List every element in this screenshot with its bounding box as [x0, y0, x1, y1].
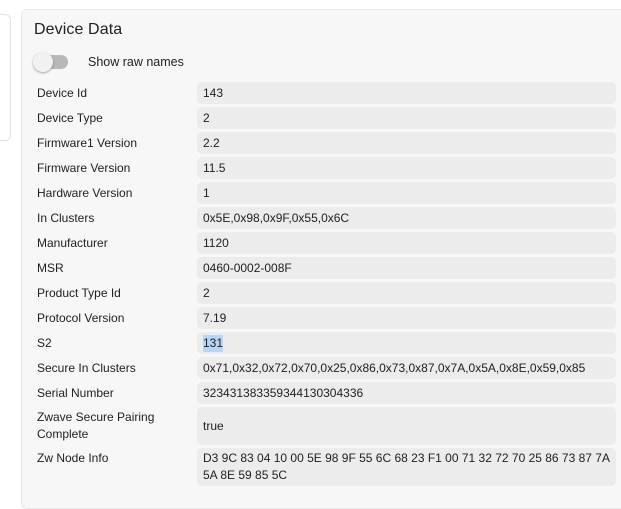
table-row: Secure In Clusters 0x71,0x32,0x72,0x70,0x…: [22, 357, 621, 379]
row-value[interactable]: true: [203, 418, 224, 435]
table-row: Firmware1 Version 2.2: [22, 132, 621, 154]
row-value[interactable]: 0460-0002-008F: [203, 260, 292, 277]
row-value[interactable]: 11.5: [203, 160, 225, 177]
row-value[interactable]: 2.2: [203, 135, 220, 152]
row-value[interactable]: 131: [203, 334, 224, 352]
adjacent-card-edge: [0, 14, 11, 141]
row-value-box[interactable]: 143: [197, 82, 616, 104]
row-value-box[interactable]: 11.5: [197, 157, 616, 179]
row-label: MSR: [37, 260, 64, 275]
table-row: Zw Node Info D3 9C 83 04 10 00 5E 98 9F 5…: [22, 448, 621, 486]
table-row: Product Type Id 2: [22, 282, 621, 304]
table-row: Zwave Secure Pairing Complete true: [22, 407, 621, 445]
row-value[interactable]: 7.19: [203, 310, 226, 327]
row-value[interactable]: 2: [203, 285, 210, 302]
row-value-box[interactable]: 1: [197, 182, 616, 204]
table-row: Serial Number 323431383359344130304336: [22, 382, 621, 404]
row-label: Zw Node Info: [37, 451, 109, 465]
row-label: S2: [37, 335, 52, 350]
row-value[interactable]: 1120: [203, 235, 229, 252]
toggle-thumb[interactable]: [33, 52, 53, 72]
row-label: Secure In Clusters: [37, 360, 136, 375]
row-label: Product Type Id: [37, 285, 121, 300]
row-value-box[interactable]: 1120: [197, 232, 616, 254]
raw-names-toggle-row: Show raw names: [33, 52, 184, 72]
device-data-card: Device Data Show raw names Device Id 143 D…: [21, 9, 621, 509]
row-value-box[interactable]: 0x71,0x32,0x72,0x70,0x25,0x86,0x73,0x87,…: [197, 357, 616, 379]
row-value[interactable]: 1: [203, 185, 210, 202]
row-label: Hardware Version: [37, 185, 133, 200]
row-value-box[interactable]: 2: [197, 282, 616, 304]
card-title: Device Data: [34, 21, 123, 38]
row-label: In Clusters: [37, 210, 95, 225]
table-row: In Clusters 0x5E,0x98,0x9F,0x55,0x6C: [22, 207, 621, 229]
row-value[interactable]: 143: [203, 85, 223, 102]
row-label: Device Type: [37, 110, 103, 125]
raw-names-toggle-label[interactable]: Show raw names: [88, 55, 184, 69]
row-value-box[interactable]: 2.2: [197, 132, 616, 154]
row-value-box[interactable]: 131: [197, 332, 616, 354]
row-value[interactable]: 2: [203, 110, 210, 127]
row-value-box[interactable]: 2: [197, 107, 616, 129]
table-row: Manufacturer 1120: [22, 232, 621, 254]
raw-names-toggle[interactable]: [33, 52, 68, 72]
row-value-box[interactable]: true: [197, 407, 616, 445]
table-row: Hardware Version 1: [22, 182, 621, 204]
table-row: Device Type 2: [22, 107, 621, 129]
row-label: Serial Number: [37, 385, 114, 400]
table-row: MSR 0460-0002-008F: [22, 257, 621, 279]
row-value-box[interactable]: 7.19: [197, 307, 616, 329]
row-label: Zwave Secure Pairing Complete: [37, 410, 155, 441]
row-value[interactable]: 323431383359344130304336: [203, 385, 363, 402]
row-value[interactable]: 0x71,0x32,0x72,0x70,0x25,0x86,0x73,0x87,…: [203, 360, 585, 377]
row-label: Manufacturer: [37, 235, 108, 250]
row-value-box[interactable]: D3 9C 83 04 10 00 5E 98 9F 55 6C 68 23 F…: [197, 448, 616, 486]
row-label: Firmware1 Version: [37, 135, 138, 150]
table-row: Device Id 143: [22, 82, 621, 104]
row-value-box[interactable]: 0x5E,0x98,0x9F,0x55,0x6C: [197, 207, 616, 229]
table-row: S2 131: [22, 332, 621, 354]
table-row: Protocol Version 7.19: [22, 307, 621, 329]
row-label: Firmware Version: [37, 160, 131, 175]
row-value-box[interactable]: 0460-0002-008F: [197, 257, 616, 279]
row-label: Protocol Version: [37, 310, 125, 325]
row-value[interactable]: 0x5E,0x98,0x9F,0x55,0x6C: [203, 210, 349, 227]
row-value-box[interactable]: 323431383359344130304336: [197, 382, 616, 404]
row-label: Device Id: [37, 85, 88, 100]
row-value[interactable]: D3 9C 83 04 10 00 5E 98 9F 55 6C 68 23 F…: [203, 450, 616, 484]
table-row: Firmware Version 11.5: [22, 157, 621, 179]
